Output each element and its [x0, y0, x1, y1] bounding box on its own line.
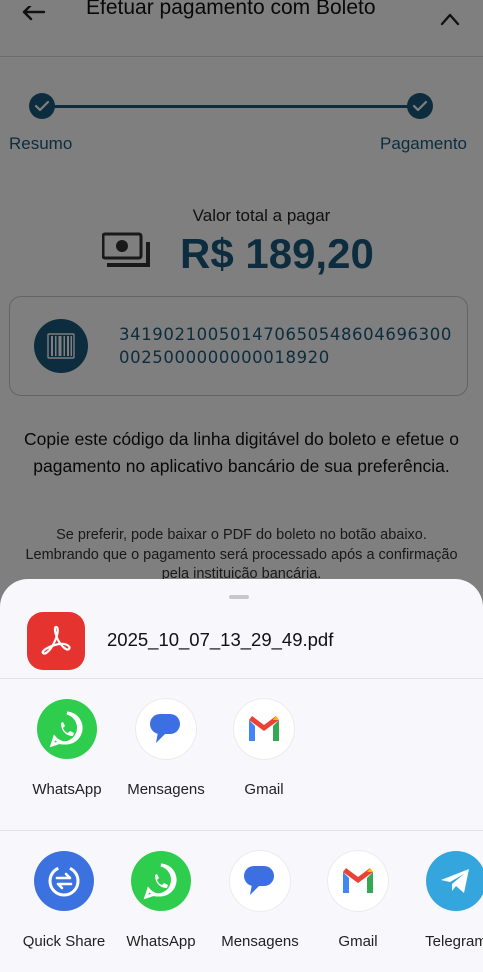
messages-icon	[136, 699, 196, 759]
whatsapp-icon	[131, 851, 191, 911]
quick-share-icon	[34, 851, 94, 911]
app-telegram[interactable]: Telegram	[411, 851, 483, 950]
gmail-icon	[234, 699, 294, 759]
file-name: 2025_10_07_13_29_49.pdf	[107, 629, 334, 650]
shared-file-row: 2025_10_07_13_29_49.pdf	[0, 609, 483, 679]
app-label: WhatsApp	[32, 781, 102, 798]
apps-row: Quick Share WhatsApp Mensagens Gmail Tel…	[0, 831, 483, 972]
direct-share-whatsapp[interactable]: WhatsApp	[22, 699, 112, 798]
app-label: Mensagens	[221, 933, 299, 950]
app-label: Mensagens	[127, 781, 205, 798]
pdf-file-icon	[27, 612, 85, 670]
app-mensagens[interactable]: Mensagens	[215, 851, 305, 950]
direct-share-gmail[interactable]: Gmail	[219, 699, 309, 798]
drag-handle[interactable]	[229, 595, 249, 599]
app-whatsapp[interactable]: WhatsApp	[116, 851, 206, 950]
messages-icon	[230, 851, 290, 911]
direct-share-row: WhatsApp Mensagens Gmail	[0, 679, 483, 831]
telegram-icon	[426, 851, 483, 911]
whatsapp-icon	[37, 699, 97, 759]
app-label: Quick Share	[22, 933, 106, 950]
direct-share-mensagens[interactable]: Mensagens	[121, 699, 211, 798]
gmail-icon	[328, 851, 388, 911]
app-label: Gmail	[338, 933, 378, 950]
app-label: Telegram	[425, 933, 483, 950]
app-quick-share[interactable]: Quick Share	[19, 851, 109, 950]
share-sheet: 2025_10_07_13_29_49.pdf WhatsApp Mensage…	[0, 579, 483, 972]
app-label: WhatsApp	[126, 933, 196, 950]
app-gmail[interactable]: Gmail	[313, 851, 403, 950]
app-label: Gmail	[244, 781, 284, 798]
